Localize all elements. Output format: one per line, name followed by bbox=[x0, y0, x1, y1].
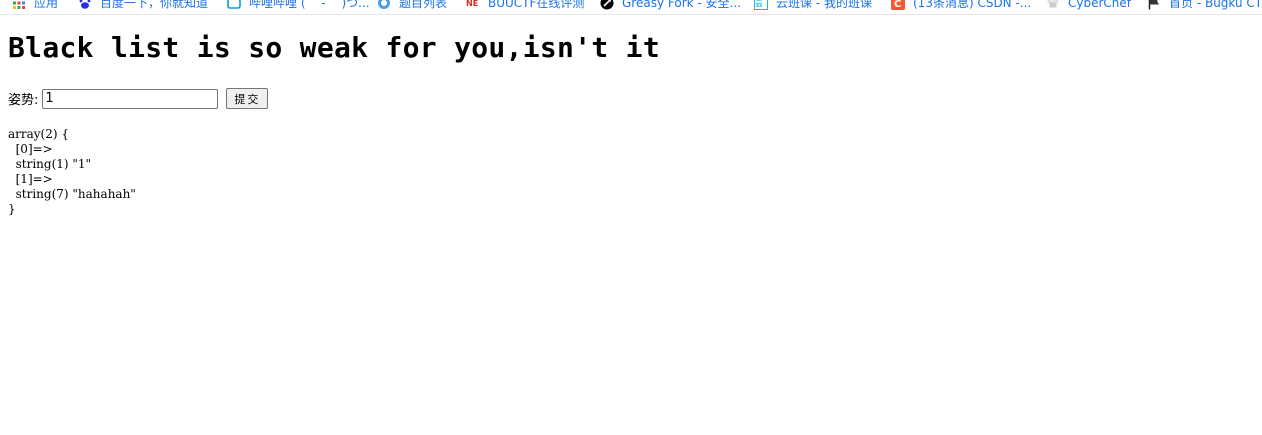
svg-text:云: 云 bbox=[756, 0, 763, 8]
dump-line: [1]=> bbox=[8, 172, 53, 186]
bookmark-greasyfork[interactable]: Greasy Fork - 安全... bbox=[600, 0, 741, 12]
csdn-icon: C bbox=[891, 0, 905, 10]
bookmark-apps[interactable]: 应用 bbox=[12, 0, 58, 12]
submit-button[interactable]: 提交 bbox=[226, 88, 269, 109]
var-dump-output: array(2) { [0]=> string(1) "1" [1]=> str… bbox=[8, 127, 1248, 217]
bookmark-label: 应用 bbox=[34, 0, 59, 10]
bookmark-label: 百度一下，你就知道 bbox=[100, 0, 209, 10]
bookmark-baidu[interactable]: 百度一下，你就知道 bbox=[78, 0, 208, 12]
bookmark-label: 哔哩哔哩 ( ゜- ゜)つ... bbox=[249, 0, 370, 10]
page-content: Black list is so weak for you,isn't it 姿… bbox=[8, 18, 1248, 217]
dump-line: [0]=> bbox=[8, 142, 53, 156]
bookmark-label: BUUCTF在线评测 bbox=[488, 0, 585, 10]
circle-logo-icon bbox=[377, 0, 391, 10]
bookmark-cyberchef[interactable]: CyberChef bbox=[1046, 0, 1131, 12]
bookmark-bugku[interactable]: 首页 - Bugku CTF bbox=[1147, 0, 1262, 12]
bookmark-buuctf[interactable]: NE BUUCTF在线评测 bbox=[466, 0, 584, 12]
bookmark-problem-list[interactable]: 题目列表 bbox=[377, 0, 447, 12]
bookmark-label: 首页 - Bugku CTF bbox=[1169, 0, 1262, 10]
query-form: 姿势: 提交 bbox=[8, 88, 1248, 109]
bookmark-label: Greasy Fork - 安全... bbox=[622, 0, 741, 10]
cloud-class-icon: 云 bbox=[754, 0, 768, 10]
form-label: 姿势: bbox=[8, 93, 39, 108]
query-input[interactable] bbox=[42, 88, 219, 109]
bookmark-label: 题目列表 bbox=[399, 0, 448, 10]
apps-grid-icon bbox=[12, 0, 26, 10]
dump-line: string(7) "hahahah" bbox=[8, 187, 136, 201]
buuctf-icon: NE bbox=[466, 0, 480, 10]
bilibili-tv-icon bbox=[227, 0, 241, 10]
bookmark-label: (13条消息) CSDN -... bbox=[913, 0, 1032, 10]
chef-hat-icon bbox=[1046, 0, 1060, 10]
bookmarks-bar: 应用 百度一下，你就知道 哔哩哔哩 ( ゜- ゜)つ... 题目列表 NE BU… bbox=[0, 0, 1262, 15]
greasyfork-icon bbox=[600, 0, 614, 10]
dump-line: } bbox=[8, 202, 16, 216]
dump-line: string(1) "1" bbox=[8, 157, 92, 171]
baidu-paw-icon bbox=[78, 0, 92, 10]
bookmark-bilibili[interactable]: 哔哩哔哩 ( ゜- ゜)つ... bbox=[227, 0, 370, 12]
bookmark-csdn[interactable]: C (13条消息) CSDN -... bbox=[891, 0, 1031, 12]
svg-text:C: C bbox=[894, 0, 901, 10]
bookmark-label: CyberChef bbox=[1068, 0, 1132, 10]
dump-line: array(2) { bbox=[8, 127, 70, 141]
flag-icon bbox=[1147, 0, 1161, 10]
bookmark-cloud-class[interactable]: 云 云班课 - 我的班课 bbox=[754, 0, 872, 12]
svg-text:NE: NE bbox=[466, 0, 478, 8]
page-title: Black list is so weak for you,isn't it bbox=[8, 31, 660, 64]
bookmark-label: 云班课 - 我的班课 bbox=[776, 0, 872, 10]
